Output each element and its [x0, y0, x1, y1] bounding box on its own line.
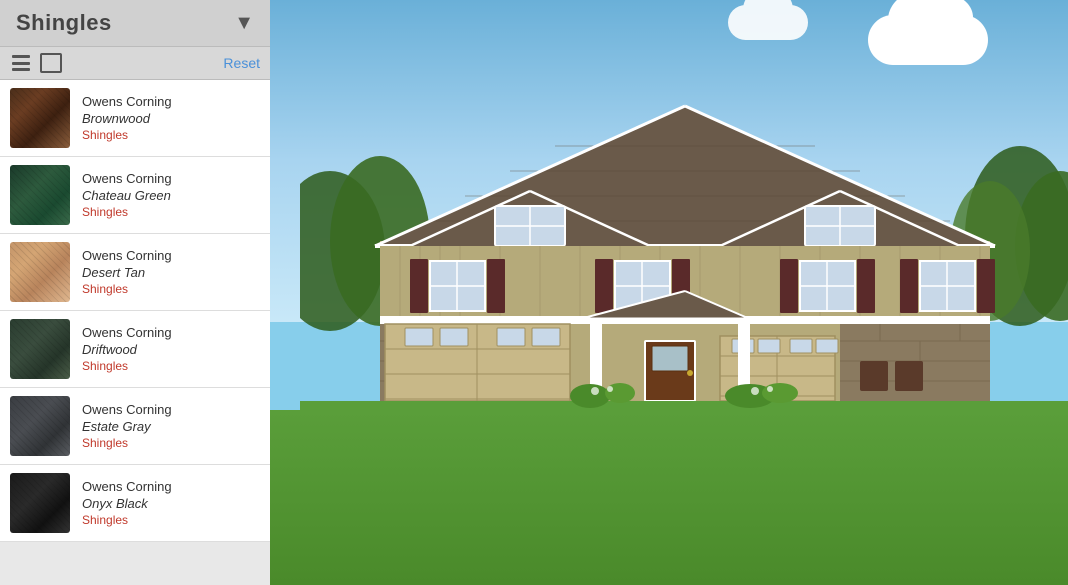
list-item-brownwood[interactable]: Owens Corning Brownwood Shingles — [0, 80, 270, 157]
item-name-chateau-green: Chateau Green — [82, 188, 172, 203]
panel-header: Shingles ▼ — [0, 0, 270, 47]
house-illustration — [300, 51, 1068, 421]
item-info-chateau-green: Owens Corning Chateau Green Shingles — [82, 171, 172, 219]
list-item-estate-gray[interactable]: Owens Corning Estate Gray Shingles — [0, 388, 270, 465]
item-info-estate-gray: Owens Corning Estate Gray Shingles — [82, 402, 172, 450]
list-item-desert-tan[interactable]: Owens Corning Desert Tan Shingles — [0, 234, 270, 311]
swatch-estate-gray — [10, 396, 70, 456]
item-name-estate-gray: Estate Gray — [82, 419, 172, 434]
item-category-onyx-black: Shingles — [82, 513, 172, 527]
item-brand-chateau-green: Owens Corning — [82, 171, 172, 186]
panel-title: Shingles — [16, 10, 112, 36]
list-item-driftwood[interactable]: Owens Corning Driftwood Shingles — [0, 311, 270, 388]
swatch-driftwood — [10, 319, 70, 379]
item-brand-driftwood: Owens Corning — [82, 325, 172, 340]
chevron-down-icon[interactable]: ▼ — [234, 12, 254, 35]
swatch-desert-tan — [10, 242, 70, 302]
item-info-onyx-black: Owens Corning Onyx Black Shingles — [82, 479, 172, 527]
item-brand-estate-gray: Owens Corning — [82, 402, 172, 417]
items-list: Owens CorningBrownwoodShinglesOwens Corn… — [0, 80, 270, 585]
swatch-chateau-green — [10, 165, 70, 225]
item-info-brownwood: Owens Corning Brownwood Shingles — [82, 94, 172, 142]
item-brand-desert-tan: Owens Corning — [82, 248, 172, 263]
lawn — [270, 410, 1068, 585]
item-brand-brownwood: Owens Corning — [82, 94, 172, 109]
cloud-2 — [728, 5, 808, 40]
left-panel: Shingles ▼ Reset Owens Corning Brownwood S… — [0, 0, 270, 585]
item-category-brownwood: Shingles — [82, 128, 172, 142]
item-name-brownwood: Brownwood — [82, 111, 172, 126]
reset-button[interactable]: Reset — [223, 55, 260, 71]
item-info-desert-tan: Owens Corning Desert Tan Shingles — [82, 248, 172, 296]
toolbar: Reset — [0, 47, 270, 80]
right-panel — [270, 0, 1068, 585]
grid-view-button[interactable] — [40, 53, 62, 73]
item-category-estate-gray: Shingles — [82, 436, 172, 450]
item-name-driftwood: Driftwood — [82, 342, 172, 357]
list-item-chateau-green[interactable]: Owens Corning Chateau Green Shingles — [0, 157, 270, 234]
item-category-desert-tan: Shingles — [82, 282, 172, 296]
list-view-button[interactable] — [10, 53, 32, 73]
item-category-chateau-green: Shingles — [82, 205, 172, 219]
swatch-brownwood — [10, 88, 70, 148]
swatch-onyx-black — [10, 473, 70, 533]
item-category-driftwood: Shingles — [82, 359, 172, 373]
item-name-desert-tan: Desert Tan — [82, 265, 172, 280]
item-name-onyx-black: Onyx Black — [82, 496, 172, 511]
list-item-onyx-black[interactable]: Owens Corning Onyx Black Shingles — [0, 465, 270, 542]
item-info-driftwood: Owens Corning Driftwood Shingles — [82, 325, 172, 373]
item-brand-onyx-black: Owens Corning — [82, 479, 172, 494]
house-scene — [270, 0, 1068, 585]
